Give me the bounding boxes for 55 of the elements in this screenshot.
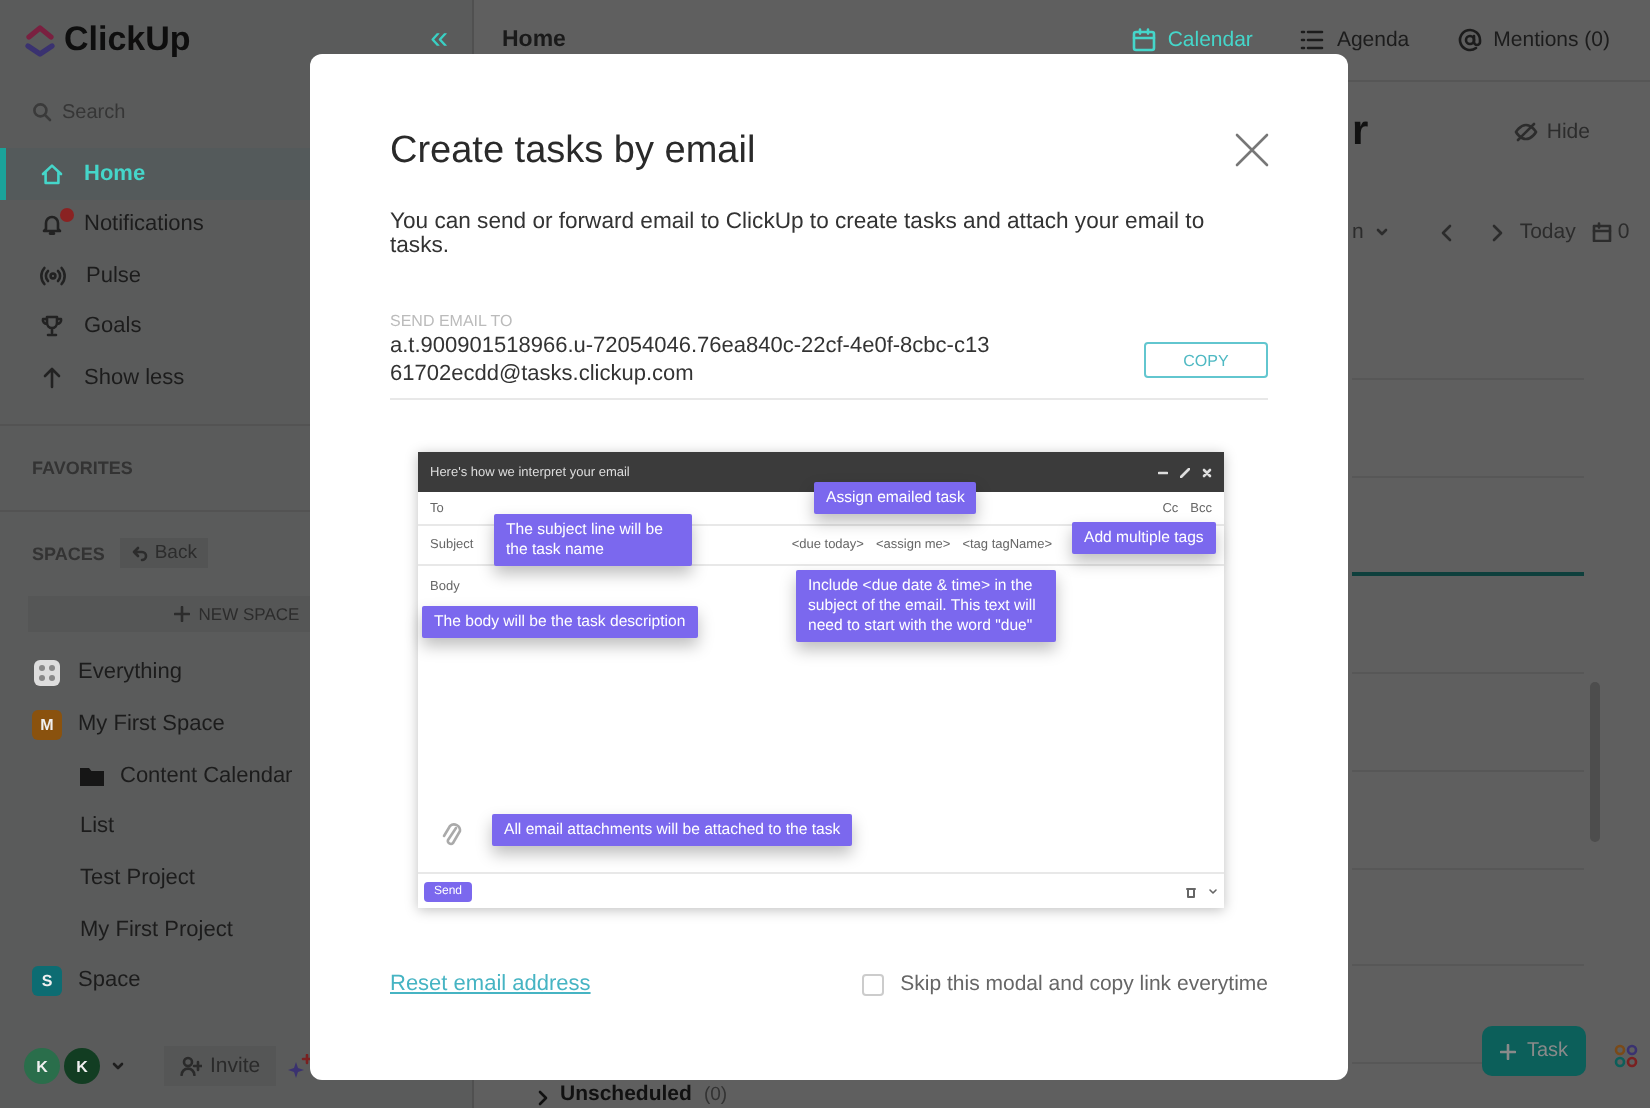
checkbox-label: Skip this modal and copy link everytime (900, 972, 1268, 996)
reset-link[interactable]: Reset email address (390, 972, 591, 996)
plus-icon (1500, 1043, 1517, 1059)
logo-text: ClickUp (64, 20, 191, 60)
home-icon (40, 161, 64, 186)
pulse-icon (40, 263, 66, 288)
view-tab[interactable]: Calendar (1107, 0, 1277, 80)
next-icon (1491, 223, 1504, 241)
plus-icon (174, 605, 191, 621)
checkbox[interactable] (862, 973, 885, 995)
field-label: SEND EMAIL TO (390, 312, 515, 330)
minimize-icon (1158, 467, 1168, 477)
search-icon (32, 102, 52, 122)
space-avatar: M (32, 709, 62, 740)
copy-button[interactable]: COPY (1144, 342, 1268, 378)
user-avatar[interactable]: K (24, 1048, 60, 1084)
eye-slash-icon (1514, 122, 1539, 142)
view-tab[interactable]: Agenda (1276, 0, 1434, 80)
close-icon (1202, 467, 1212, 477)
grid-icon (32, 657, 62, 688)
calendar-title: r (1352, 108, 1369, 156)
space-item[interactable]: M My First Space (0, 698, 472, 750)
logo-icon (24, 22, 56, 58)
arrow-up-icon (40, 365, 64, 390)
apps-icon[interactable] (1612, 1042, 1640, 1070)
view-tab[interactable]: Mentions (0) (1433, 0, 1634, 80)
at-icon (1457, 28, 1482, 52)
caret-down-icon (1375, 228, 1388, 236)
unscheduled-label[interactable]: Unscheduled (560, 1082, 692, 1106)
add-task-button[interactable]: Task (1482, 1026, 1586, 1076)
caret-right-icon (538, 1090, 548, 1106)
folder-icon (80, 765, 104, 786)
page-title: Home (502, 28, 566, 52)
space-avatar: S (32, 965, 62, 996)
trophy-icon (40, 314, 64, 339)
trash-icon (1186, 885, 1196, 897)
caret-down-icon (112, 1062, 124, 1070)
space-item[interactable]: Everything (0, 647, 472, 699)
close-icon (1234, 131, 1270, 167)
calendar-icon (1131, 28, 1156, 52)
list-icon (1300, 28, 1325, 52)
previous-icon (1439, 223, 1452, 241)
back-arrow-icon (132, 545, 149, 561)
modal-description: You can send or forward email to ClickUp to create tasks and attach your email to tasks. (390, 210, 1207, 258)
sparkle-icon (288, 1054, 313, 1078)
user-avatar[interactable]: K (64, 1048, 100, 1084)
add-user-icon (180, 1056, 202, 1076)
expand-icon (1180, 467, 1190, 477)
calendar-icon (1591, 222, 1612, 242)
bell-icon (40, 212, 64, 237)
paperclip-icon (442, 820, 462, 848)
caret-down-icon (1208, 887, 1218, 895)
space-item[interactable]: Content Calendar (0, 749, 472, 802)
email-address: a.t.900901518966.u-72054046.76ea840c-22cf-4e0f-8cbc-c1361702ecdd@tasks.clickup.com (390, 332, 990, 388)
collapse-button[interactable]: « (430, 22, 448, 58)
